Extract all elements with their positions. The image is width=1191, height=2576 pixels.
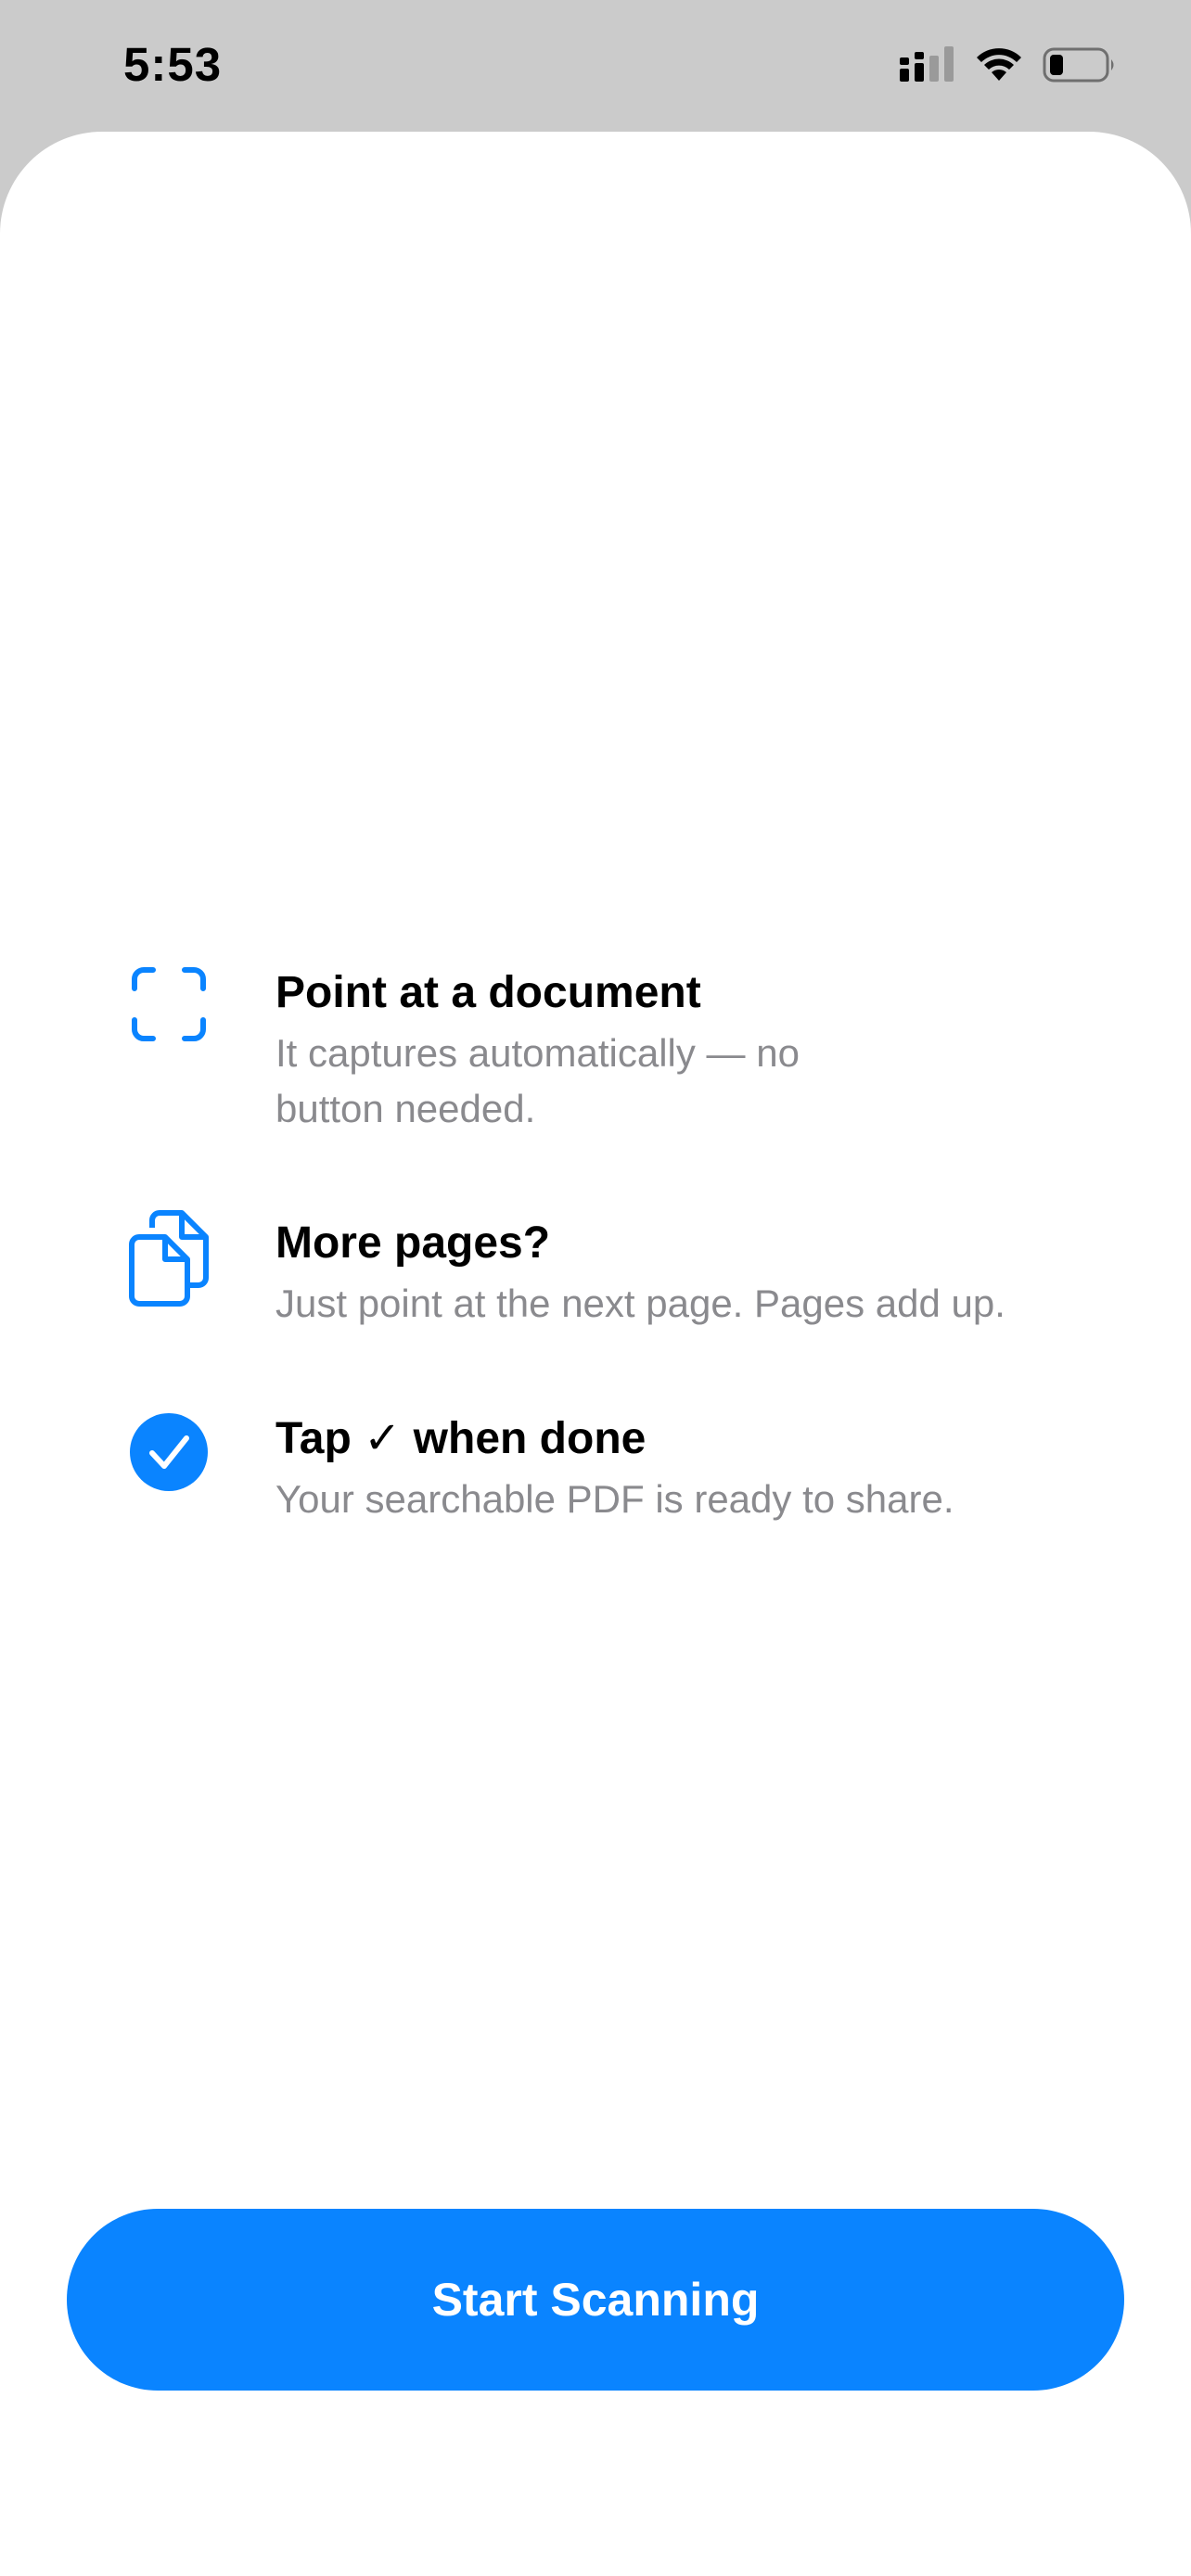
tip-description-line: button needed. [275,1087,536,1130]
status-time: 5:53 [123,38,223,91]
status-bar: 5:53 [0,0,1191,132]
viewfinder-icon [128,966,210,1059]
tip-text: Tap ✓ when done Your searchable PDF is r… [275,1412,1110,1527]
tip-description-line: It captures automatically — no [275,1031,800,1075]
checkmark-circle-icon [128,1412,210,1505]
tip-description: It captures automatically — no button ne… [275,1026,1110,1137]
documents-icon [128,1209,210,1307]
tip-description: Your searchable PDF is ready to share. [275,1472,1110,1527]
tip-description-line: Just point at the next page. Pages add u… [275,1282,1005,1325]
start-scanning-button[interactable]: Start Scanning [67,2209,1124,2391]
wifi-icon [976,47,1022,87]
tip-text: More pages? Just point at the next page.… [275,1217,1110,1332]
status-icons [900,45,1117,88]
battery-icon [1043,46,1117,88]
tip-description-line: Your searchable PDF is ready to share. [275,1477,954,1521]
tip-description: Just point at the next page. Pages add u… [275,1276,1110,1332]
tip-title: More pages? [275,1218,551,1268]
tip-title: Tap ✓ when done [275,1414,647,1463]
cellular-signal-icon [900,45,955,88]
tip-title: Point at a document [275,968,701,1017]
start-scanning-label: Start Scanning [431,2274,760,2326]
tip-text: Point at a document It captures automati… [275,966,1110,1137]
